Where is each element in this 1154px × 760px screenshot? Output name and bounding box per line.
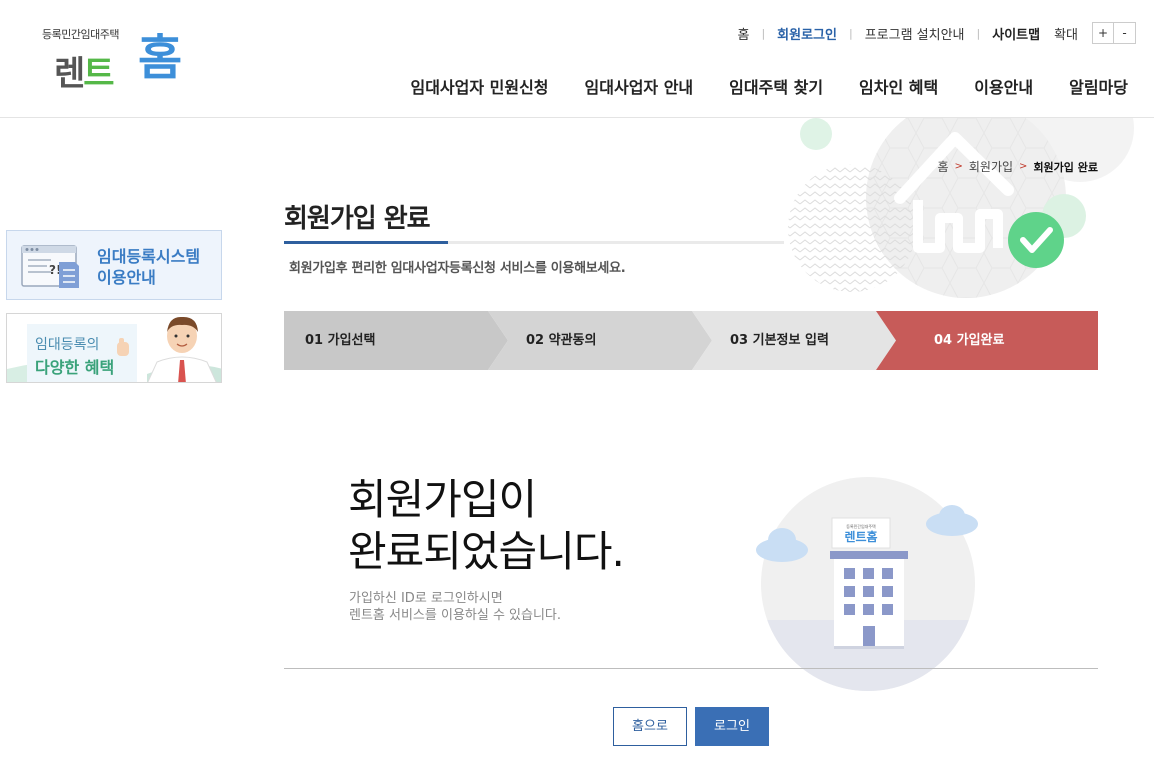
logo-wordmark: 렌트: [54, 46, 115, 95]
document-search-icon: ?!: [21, 245, 79, 288]
logo-char-1: 렌: [54, 54, 85, 94]
zoom-label: 확대: [1054, 27, 1078, 43]
gnb-item-landlord-guide[interactable]: 임대사업자 안내: [585, 74, 694, 98]
step-3-label: 03 기본정보 입력: [730, 333, 829, 348]
breadcrumb-arrow-icon: >: [954, 161, 963, 172]
util-separator: |: [848, 26, 853, 40]
title-underline-active: [284, 241, 448, 244]
house-check-icon: [788, 118, 1134, 298]
complete-headline-line1: 회원가입이: [348, 475, 537, 524]
step-2: 02 약관동의: [488, 311, 692, 370]
step-1-label: 01 가입선택: [305, 333, 376, 348]
banner-system-guide[interactable]: ?! 임대등록시스템 이용안내: [6, 230, 222, 300]
complete-subtext: 가입하신 ID로 로그인하시면 렌트홈 서비스를 이용하실 수 있습니다.: [349, 590, 561, 624]
logo-char-2: 트: [83, 54, 114, 94]
complete-subtext-line1: 가입하신 ID로 로그인하시면: [349, 591, 503, 606]
zoom-out-button[interactable]: -: [1114, 22, 1136, 44]
site-logo[interactable]: 등록민간임대주택 렌트 홈: [42, 24, 192, 96]
hero-decoration: [780, 118, 1154, 303]
building-sign-small: 등록민간임대주택: [846, 523, 876, 529]
banner-system-guide-line2: 이용안내: [97, 268, 156, 287]
breadcrumb-home[interactable]: 홈: [937, 158, 948, 175]
page-description: 회원가입후 편리한 임대사업자등록신청 서비스를 이용해보세요.: [289, 261, 626, 276]
gnb-item-usage-guide[interactable]: 이용안내: [974, 74, 1033, 98]
util-program-install-link[interactable]: 프로그램 설치안내: [865, 24, 965, 43]
breadcrumb: 홈 > 회원가입 > 회원가입 완료: [937, 158, 1098, 175]
breadcrumb-arrow-icon: >: [1019, 161, 1028, 172]
step-1: 01 가입선택: [284, 311, 488, 370]
complete-subtext-line2: 렌트홈 서비스를 이용하실 수 있습니다.: [349, 608, 562, 623]
step-3: 03 기본정보 입력: [692, 311, 876, 370]
go-home-button[interactable]: 홈으로: [613, 707, 687, 746]
gnb-item-notice[interactable]: 알림마당: [1069, 74, 1128, 98]
building-sign-main: 렌트홈: [844, 529, 877, 544]
site-header: 등록민간임대주택 렌트 홈 홈 | 회원로그인 | 프로그램 설치안내 | 사이…: [0, 0, 1154, 118]
utility-nav: 홈 | 회원로그인 | 프로그램 설치안내 | 사이트맵 확대 + -: [737, 22, 1136, 44]
banner-benefits-line2: 다양한 혜택: [35, 358, 115, 377]
util-home-link[interactable]: 홈: [737, 24, 749, 43]
gnb-item-tenant-benefits[interactable]: 임차인 혜택: [859, 74, 938, 98]
util-separator: |: [761, 26, 766, 40]
content-divider: [284, 668, 1098, 669]
gnb-item-find-housing[interactable]: 임대주택 찾기: [729, 74, 823, 98]
page-title: 회원가입 완료: [284, 204, 431, 234]
complete-headline: 회원가입이 완료되었습니다.: [348, 474, 625, 578]
login-button[interactable]: 로그인: [695, 707, 769, 746]
step-4-label: 04 가입완료: [934, 333, 1005, 348]
breadcrumb-signup[interactable]: 회원가입: [969, 158, 1013, 175]
util-separator: |: [976, 26, 981, 40]
gnb-item-landlord-application[interactable]: 임대사업자 민원신청: [410, 74, 548, 98]
banner-registration-benefits[interactable]: 임대등록의 다양한 혜택: [6, 313, 222, 383]
breadcrumb-current: 회원가입 완료: [1033, 160, 1098, 174]
logo-tagline: 등록민간임대주택: [42, 28, 119, 41]
banner-system-guide-text: 임대등록시스템 이용안내: [97, 246, 200, 288]
util-login-link[interactable]: 회원로그인: [777, 24, 837, 43]
banner-benefits-line1: 임대등록의: [35, 337, 100, 353]
logo-char-big: 홈: [138, 30, 182, 86]
util-sitemap-link[interactable]: 사이트맵: [992, 24, 1040, 43]
zoom-in-button[interactable]: +: [1092, 22, 1114, 44]
banner-system-guide-line1: 임대등록시스템: [97, 247, 201, 266]
main-nav: 임대사업자 민원신청 임대사업자 안내 임대주택 찾기 임차인 혜택 이용안내 …: [374, 74, 1128, 98]
signup-steps: 01 가입선택 02 약관동의 03 기본정보 입력 04 가입완료: [284, 311, 1098, 370]
complete-headline-line2: 완료되었습니다.: [348, 527, 625, 576]
building-illustration: 등록민간임대주택 렌트홈: [756, 477, 978, 691]
step-4-current: 04 가입완료: [876, 311, 1098, 370]
step-2-label: 02 약관동의: [526, 333, 597, 348]
